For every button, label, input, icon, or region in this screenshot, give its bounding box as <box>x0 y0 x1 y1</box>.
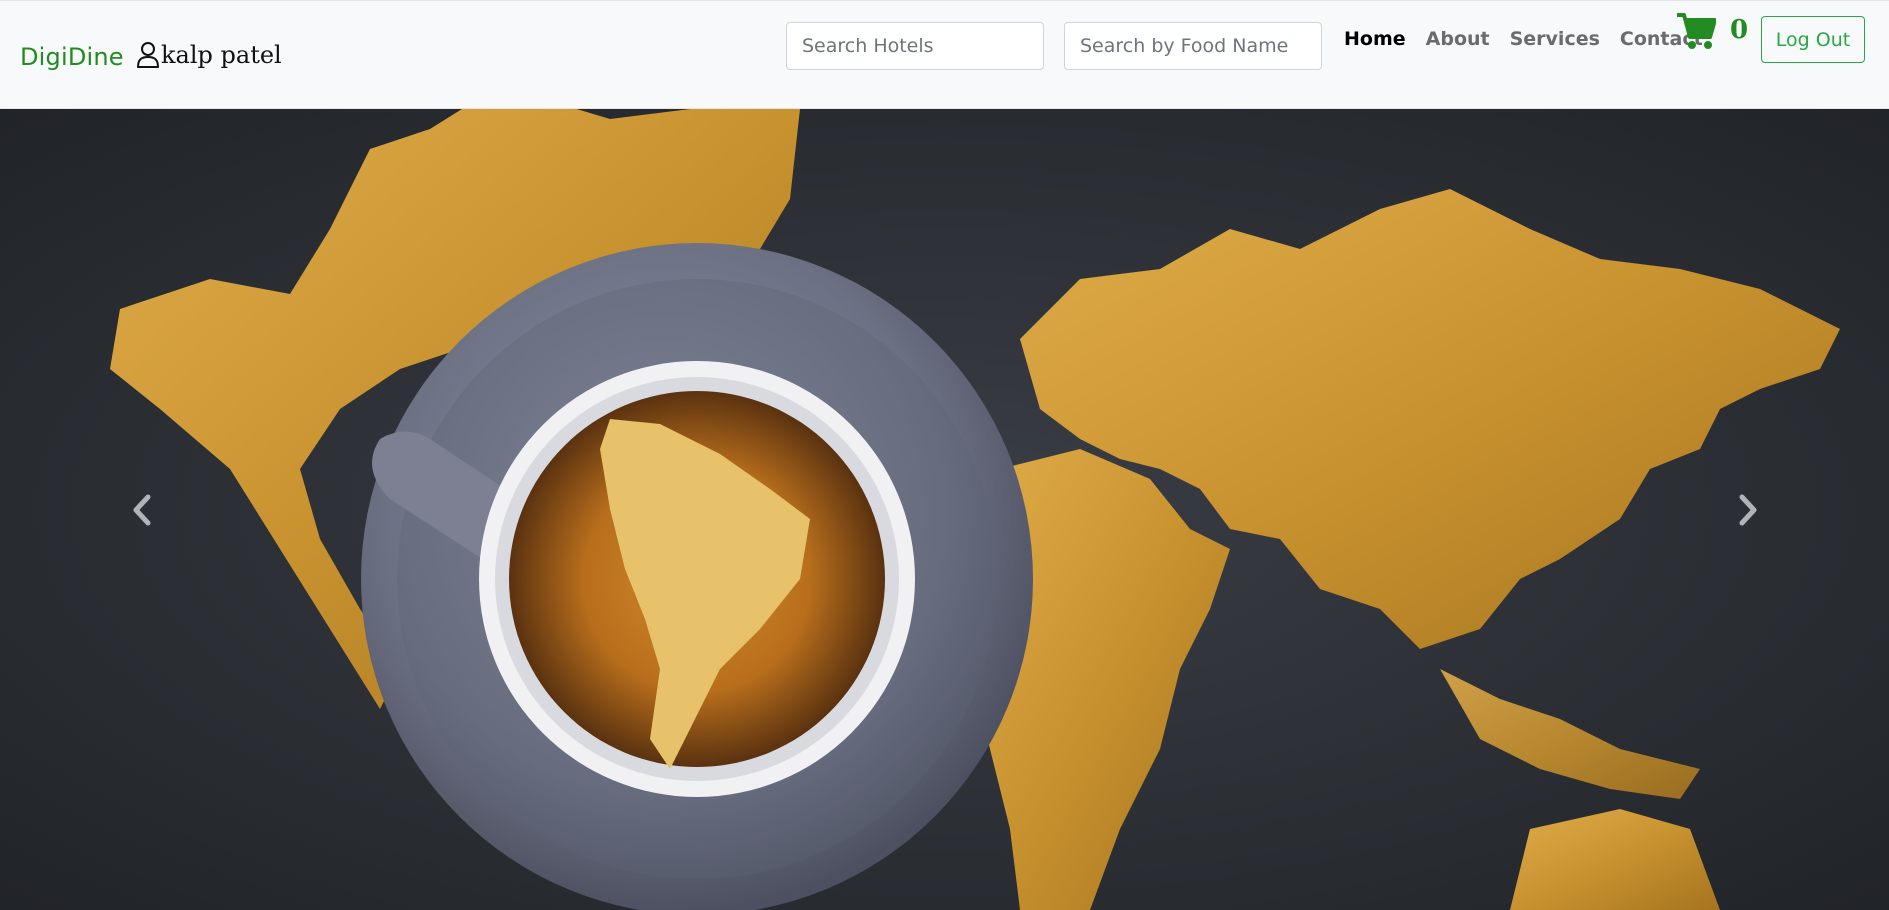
brand-logo[interactable]: DigiDine <box>20 41 124 73</box>
user-profile[interactable]: kalp patel <box>136 39 282 71</box>
cart-count: 0 <box>1730 15 1749 45</box>
nav-links: Home About Services Contact <box>1334 23 1713 55</box>
search-food-input[interactable] <box>1064 22 1322 70</box>
logout-button[interactable]: Log Out <box>1761 16 1865 63</box>
chevron-right-icon <box>1737 493 1759 527</box>
search-hotels-input[interactable] <box>786 22 1044 70</box>
hero-carousel <box>0 109 1889 910</box>
user-name: kalp patel <box>161 41 282 69</box>
cart-button[interactable]: 0 <box>1676 9 1748 51</box>
chevron-left-icon <box>131 493 153 527</box>
nav-link-home[interactable]: Home <box>1344 28 1406 50</box>
navbar: DigiDine kalp patel Home About Services … <box>0 0 1889 109</box>
person-icon <box>136 41 160 69</box>
carousel-next-button[interactable] <box>1606 109 1889 910</box>
nav-link-about[interactable]: About <box>1426 28 1490 50</box>
carousel-prev-button[interactable] <box>0 109 283 910</box>
nav-link-services[interactable]: Services <box>1510 28 1600 50</box>
shopping-cart-icon <box>1676 9 1716 51</box>
